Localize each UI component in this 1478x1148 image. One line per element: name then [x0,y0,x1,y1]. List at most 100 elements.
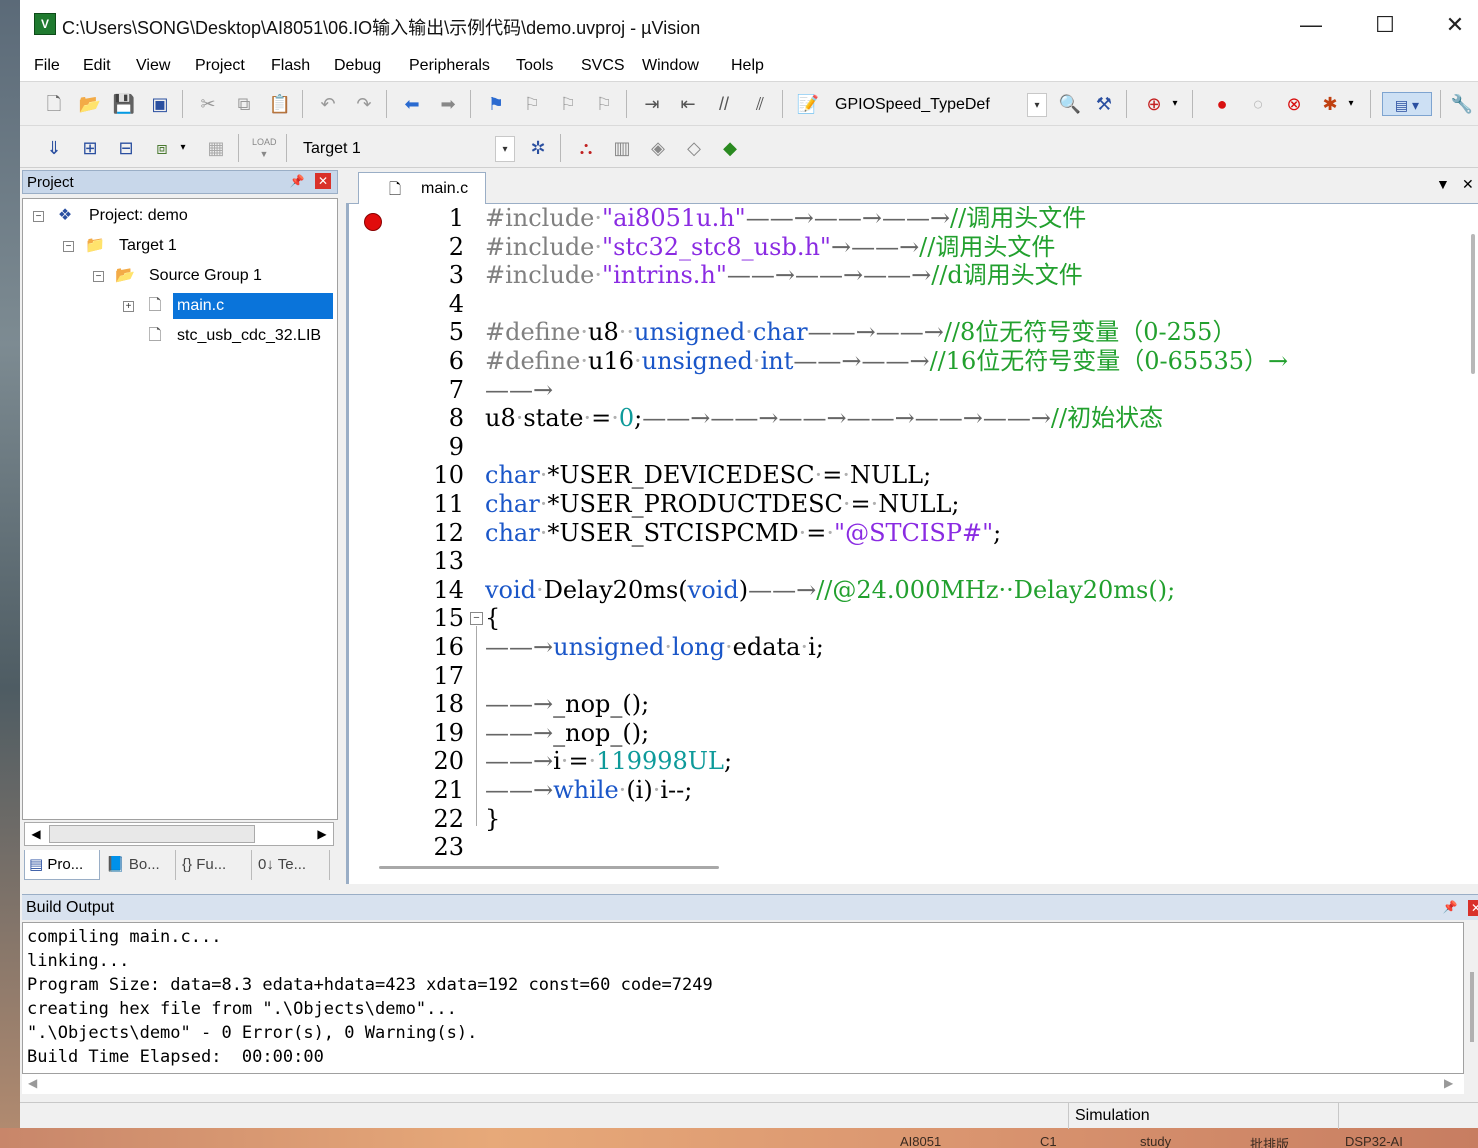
translate-icon[interactable]: ⇓ [42,136,66,160]
chevron-down-icon[interactable]: ▾ [1027,93,1047,117]
maximize-button[interactable]: ☐ [1362,8,1408,42]
breakpoint-insert-icon[interactable]: ● [1210,92,1234,116]
menu-flash[interactable]: Flash [271,57,310,75]
minimize-button[interactable]: — [1288,8,1334,42]
build-icon[interactable]: ⊞ [78,136,102,160]
chevron-down-icon[interactable]: ▾ [495,136,515,162]
cut-icon[interactable]: ✂ [196,92,220,116]
close-panel-icon[interactable]: ✕ [1468,900,1478,916]
menu-window[interactable]: Window [642,57,699,75]
tab-list-chevron-down-icon[interactable]: ▼ [1436,176,1450,192]
scroll-thumb[interactable] [49,825,255,843]
save-all-icon[interactable]: ▣ [148,92,172,116]
close-panel-icon[interactable]: ✕ [315,173,331,189]
pin-icon[interactable]: 📌 [289,174,305,188]
taskbar-item[interactable]: DSP32-AI [1345,1134,1403,1148]
pin-icon[interactable]: 📌 [1442,900,1458,914]
menu-project[interactable]: Project [195,57,245,75]
project-tree-hscroll[interactable]: ◀ ▶ [24,822,334,846]
menu-svcs[interactable]: SVCS [581,57,625,75]
options-for-target-icon[interactable]: ✲ [526,136,550,160]
batch-build-icon[interactable]: ⧈ [150,136,174,160]
menu-edit[interactable]: Edit [83,57,111,75]
symbol-combo[interactable]: GPIOSpeed_TypeDef ▾ [826,92,1048,118]
tree-node-lib[interactable]: 🗋 stc_usb_cdc_32.LIB [123,323,335,349]
uvision-app-icon[interactable]: V [34,13,56,35]
target-combo[interactable]: Target 1 ▾ [294,135,516,163]
menu-file[interactable]: File [34,57,60,75]
manage-project-items-icon[interactable]: ⛬ [574,136,598,160]
incremental-find-icon[interactable]: ⚒ [1092,92,1116,116]
pack-installer-icon[interactable]: ◇ [682,136,706,160]
taskbar-item[interactable]: 批排版 [1250,1134,1289,1148]
unindent-icon[interactable]: ⇤ [676,92,700,116]
previous-bookmark-icon[interactable]: ⚐ [520,92,544,116]
uncomment-icon[interactable]: ⫽ [748,92,772,116]
redo-icon[interactable]: ↷ [352,92,376,116]
next-bookmark-icon[interactable]: ⚐ [556,92,580,116]
configure-icon[interactable]: 🔧 [1450,92,1474,116]
build-output-hscroll[interactable]: ◀ ▶ [22,1074,1464,1094]
collapse-icon[interactable]: − [93,271,104,282]
new-file-icon[interactable]: 🗋 [42,92,66,116]
menu-peripherals[interactable]: Peripherals [409,57,490,75]
tab-templates[interactable]: 0↓ Te... [254,850,330,880]
tree-node-project[interactable]: − ❖ Project: demo [33,203,333,229]
taskbar-item[interactable]: study [1140,1134,1171,1148]
open-file-icon[interactable]: 📂 [78,92,102,116]
tab-project[interactable]: ▤ Pro... [24,850,100,880]
find-in-files-icon[interactable]: 📝 [796,92,820,116]
paste-icon[interactable]: 📋 [268,92,292,116]
close-button[interactable]: ✕ [1432,8,1478,42]
save-icon[interactable]: 💾 [112,92,136,116]
expand-icon[interactable]: + [123,301,134,312]
insert-bookmark-icon[interactable]: ⚑ [484,92,508,116]
rebuild-icon[interactable]: ⊟ [114,136,138,160]
breakpoint-icon[interactable] [364,213,382,231]
navigate-back-icon[interactable]: ⬅ [400,92,424,116]
breakpoint-disable-icon[interactable]: ○ [1246,92,1270,116]
build-output-vscroll-thumb[interactable] [1470,972,1474,1042]
breakpoint-kill-all-icon[interactable]: ✱ [1318,92,1342,116]
tree-node-source-group[interactable]: − 📂 Source Group 1 [93,263,333,289]
comment-icon[interactable]: // [712,92,736,116]
scroll-left-icon[interactable]: ◀ [27,825,45,843]
tree-node-main-c[interactable]: + 🗋 main.c [123,293,335,319]
scroll-left-icon[interactable]: ◀ [28,1076,37,1090]
debug-session-icon[interactable]: ⊕ [1142,92,1166,116]
collapse-icon[interactable]: − [63,241,74,252]
stop-build-icon[interactable]: ▦ [204,136,228,160]
editor-vscroll-thumb[interactable] [1471,234,1475,374]
build-output-text[interactable]: compiling main.c... linking... Program S… [22,922,1464,1074]
close-tab-icon[interactable]: ✕ [1462,176,1474,193]
window-layout-icon[interactable]: ▤ ▾ [1382,92,1432,116]
menu-debug[interactable]: Debug [334,57,381,75]
scroll-right-icon[interactable]: ▶ [313,825,331,843]
clear-bookmarks-icon[interactable]: ⚐ [592,92,616,116]
tree-node-target[interactable]: − 📁 Target 1 [63,233,333,259]
scroll-right-icon[interactable]: ▶ [1444,1076,1453,1090]
chevron-down-icon[interactable]: ▾ [176,136,190,160]
menu-view[interactable]: View [136,57,170,75]
run-time-environment-icon[interactable]: ◆ [718,136,742,160]
undo-icon[interactable]: ↶ [316,92,340,116]
chevron-down-icon[interactable]: ▾ [1168,92,1182,116]
manage-components-icon[interactable]: ▥ [610,136,634,160]
select-packs-icon[interactable]: ◈ [646,136,670,160]
fold-collapse-icon[interactable]: − [470,612,483,625]
chevron-down-icon[interactable]: ▾ [1344,92,1358,116]
tab-functions[interactable]: {} Fu... [178,850,252,880]
menu-tools[interactable]: Tools [516,57,553,75]
breakpoint-disable-all-icon[interactable]: ⊗ [1282,92,1306,116]
taskbar-item[interactable]: C1 [1040,1134,1057,1148]
editor-gutter[interactable]: − 1 2 3 4 5 6 7 8 9 10 11 12 13 14 15 16 17 18 19 20 21 22 23 [352,204,483,861]
find-icon[interactable]: 🔍 [1058,92,1082,116]
title-bar[interactable]: V C:\Users\SONG\Desktop\AI8051\06.IO输入输出… [20,0,1478,50]
copy-icon[interactable]: ⧉ [232,92,256,116]
editor-hscroll-thumb[interactable] [379,866,719,869]
collapse-icon[interactable]: − [33,211,44,222]
editor-tab-main-c[interactable]: 🗋 main.c [358,172,486,204]
navigate-forward-icon[interactable]: ➡ [436,92,460,116]
code-text[interactable]: #include·"ai8051u.h"——→——→——→//调用头文件 #in… [485,204,1465,852]
indent-icon[interactable]: ⇥ [640,92,664,116]
